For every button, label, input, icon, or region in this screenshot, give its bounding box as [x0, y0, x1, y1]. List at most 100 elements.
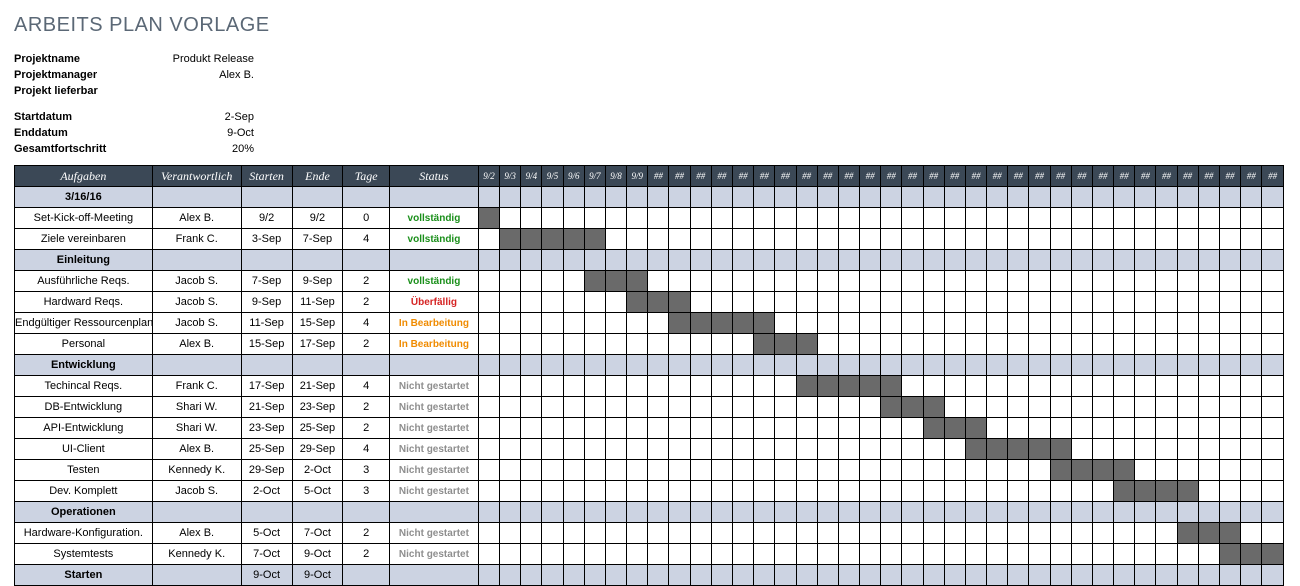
gantt-cell [838, 355, 859, 376]
gantt-cell [669, 376, 690, 397]
gantt-cell [648, 208, 669, 229]
gantt-cell [627, 418, 648, 439]
gantt-cell [881, 544, 902, 565]
gantt-cell [542, 460, 563, 481]
gantt-cell [754, 208, 775, 229]
gantt-cell [563, 376, 584, 397]
gantt-cell [584, 334, 605, 355]
gantt-cell [881, 418, 902, 439]
gantt-cell [1092, 292, 1113, 313]
gantt-cell [923, 397, 944, 418]
gantt-cell [754, 397, 775, 418]
gantt-cell [1008, 292, 1029, 313]
gantt-cell [1050, 397, 1071, 418]
cell [343, 565, 390, 586]
gantt-cell [923, 439, 944, 460]
meta-block: ProjektnameProdukt Release Projektmanage… [14, 51, 1286, 157]
gantt-cell [1241, 460, 1262, 481]
cell-status: Nicht gestartet [389, 376, 478, 397]
gantt-cell [923, 208, 944, 229]
cell-start: 21-Sep [241, 397, 292, 418]
gantt-cell [1050, 418, 1071, 439]
gantt-cell [563, 397, 584, 418]
gantt-cell [923, 229, 944, 250]
gantt-cell [1071, 250, 1092, 271]
gantt-cell [584, 355, 605, 376]
gantt-cell [605, 523, 626, 544]
cell-status: vollständig [389, 208, 478, 229]
gantt-cell [669, 565, 690, 586]
gantt-cell [902, 271, 923, 292]
gantt-cell [1050, 292, 1071, 313]
gantt-cell [1177, 565, 1198, 586]
meta-projektmanager-value: Alex B. [144, 67, 254, 83]
gantt-cell [965, 250, 986, 271]
gantt-cell [1156, 502, 1177, 523]
gantt-cell [1135, 439, 1156, 460]
gantt-cell [775, 418, 796, 439]
gantt-cell [690, 460, 711, 481]
cell-task: Dev. Komplett [15, 481, 153, 502]
col-day: ## [1008, 166, 1029, 187]
gantt-cell [754, 187, 775, 208]
gantt-cell [478, 481, 499, 502]
gantt-cell [584, 523, 605, 544]
gantt-cell [881, 271, 902, 292]
gantt-cell [1241, 271, 1262, 292]
gantt-cell [987, 376, 1008, 397]
gantt-cell [1219, 544, 1240, 565]
gantt-cell [584, 313, 605, 334]
gantt-cell [1092, 460, 1113, 481]
gantt-cell [796, 439, 817, 460]
gantt-cell [1219, 271, 1240, 292]
cell-start: 23-Sep [241, 418, 292, 439]
cell-days: 4 [343, 376, 390, 397]
cell [241, 502, 292, 523]
gantt-cell [1156, 229, 1177, 250]
gantt-cell [1177, 355, 1198, 376]
gantt-cell [1241, 187, 1262, 208]
col-day: ## [754, 166, 775, 187]
cell [152, 187, 241, 208]
gantt-cell [478, 334, 499, 355]
gantt-cell [923, 523, 944, 544]
gantt-cell [478, 397, 499, 418]
cell [389, 355, 478, 376]
gantt-cell [521, 481, 542, 502]
gantt-cell [944, 523, 965, 544]
gantt-cell [817, 334, 838, 355]
gantt-cell [690, 292, 711, 313]
gantt-cell [1219, 187, 1240, 208]
gantt-cell [627, 376, 648, 397]
cell-end: 5-Oct [292, 481, 343, 502]
gantt-cell [563, 292, 584, 313]
col-day: ## [944, 166, 965, 187]
gantt-cell [521, 292, 542, 313]
cell-days: 2 [343, 334, 390, 355]
gantt-cell [775, 523, 796, 544]
cell-status: Nicht gestartet [389, 460, 478, 481]
cell-days: 2 [343, 523, 390, 544]
cell [152, 250, 241, 271]
gantt-cell [627, 355, 648, 376]
cell-resp: Alex B. [152, 439, 241, 460]
cell-status: Nicht gestartet [389, 544, 478, 565]
gantt-cell [1262, 544, 1284, 565]
gantt-cell [1029, 334, 1050, 355]
gantt-cell [563, 565, 584, 586]
gantt-cell [584, 439, 605, 460]
gantt-cell [648, 376, 669, 397]
gantt-cell [1050, 208, 1071, 229]
gantt-cell [1008, 397, 1029, 418]
gantt-cell [1050, 355, 1071, 376]
gantt-cell [1219, 334, 1240, 355]
gantt-cell [1156, 376, 1177, 397]
gantt-cell [1156, 418, 1177, 439]
cell-start: 5-Oct [241, 523, 292, 544]
gantt-cell [1262, 481, 1284, 502]
gantt-cell [605, 250, 626, 271]
gantt-cell [775, 334, 796, 355]
cell [292, 250, 343, 271]
gantt-cell [838, 502, 859, 523]
gantt-cell [1071, 292, 1092, 313]
